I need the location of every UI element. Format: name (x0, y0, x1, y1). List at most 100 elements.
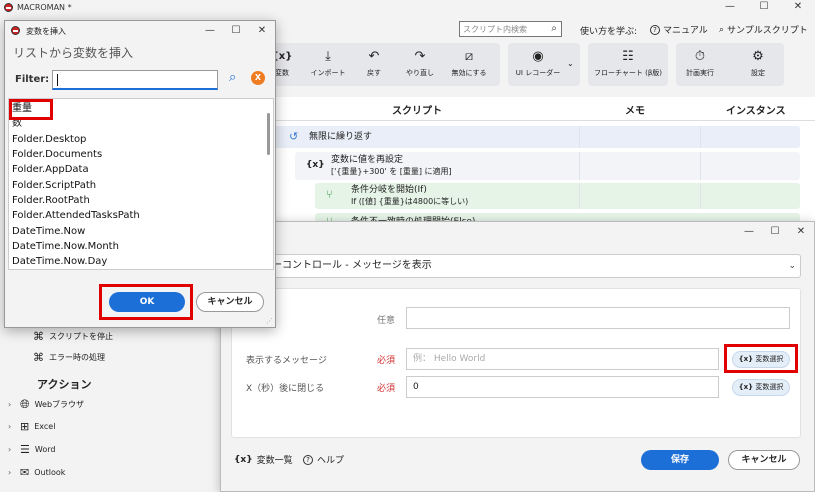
edit-action-dialog: 加 — ☐ ✕ ーコントロール - メッセージを表示 ⌄ 任意 表示するメッセー… (220, 221, 815, 492)
app-logo-icon (4, 3, 13, 12)
timer-icon: ⏱ (694, 49, 706, 64)
redo-label: やり直し (406, 69, 434, 77)
redo-button[interactable]: ↷ やり直し (403, 43, 437, 86)
close-after-variable-select-button[interactable]: {x} 変数選択 (732, 379, 790, 396)
close-after-value: 0 (413, 382, 419, 392)
divider (579, 183, 580, 209)
sidebar-item-web-browser[interactable]: › 🌐︎ Webブラウザ (8, 397, 84, 412)
sidebar-item-word[interactable]: › ☰ Word (8, 443, 55, 456)
maximize-button[interactable]: ☐ (762, 222, 788, 242)
script-area: ↺ 無限に繰り返す {x} 変数に値を再設定 ['{重量}+300' を [重量… (270, 121, 815, 227)
variable-list-item[interactable]: Folder.AppData (12, 162, 89, 177)
message-input[interactable]: 例： Hello World (406, 348, 719, 370)
action-parameters-panel: 任意 表示するメッセージ 必須 例： Hello World {x} 変数選択 … (231, 288, 801, 438)
settings-button[interactable]: ⚙ 設定 (740, 43, 776, 86)
sidebar-item-excel[interactable]: › ⊞ Excel (8, 420, 55, 433)
minimize-button[interactable]: — (197, 21, 223, 41)
close-button[interactable]: ✕ (788, 222, 814, 242)
import-button[interactable]: ⤓ インポート (306, 43, 350, 86)
scheduled-run-button[interactable]: ⏱ 計画実行 (680, 43, 720, 86)
help-label: ヘルプ (317, 456, 345, 466)
chevron-right-icon[interactable]: › (8, 400, 15, 409)
script-row-text: 変数に値を再設定 (331, 155, 404, 165)
outlook-icon: ✉ (20, 466, 30, 479)
search-icon[interactable]: ⌕ (551, 23, 557, 34)
optional-label: 任意 (377, 316, 396, 326)
disable-button[interactable]: ⧄ 無効にする (448, 43, 490, 86)
sidebar: ⌘ スクリプトを停止 ⌘ エラー時の処理 アクション › 🌐︎ Webブラウザ … (0, 330, 220, 492)
minimize-button[interactable]: — (736, 222, 762, 242)
close-after-required-label: 必須 (377, 384, 396, 394)
action-type-value: ーコントロール - メッセージを表示 (272, 260, 432, 271)
script-search-input[interactable]: スクリプト内検索 ⌕ (459, 21, 562, 37)
search-icon[interactable]: ⌕ (229, 70, 236, 85)
variable-list-item[interactable]: Folder.Documents (12, 147, 102, 162)
variable-list-item[interactable]: Folder.ScriptPath (12, 178, 96, 193)
chevron-down-icon[interactable]: ⌄ (788, 255, 796, 277)
cancel-button[interactable]: キャンセル (196, 292, 264, 312)
scheduled-run-label: 計画実行 (686, 69, 714, 77)
minimize-button[interactable]: — (713, 0, 747, 15)
cancel-button[interactable]: キャンセル (728, 450, 800, 470)
close-button[interactable]: ✕ (781, 0, 815, 15)
chevron-down-icon[interactable]: ⌄ (567, 59, 574, 68)
variable-list-item[interactable]: DateTime.Now.Day (12, 254, 107, 269)
actions-heading: アクション (37, 378, 92, 391)
close-button[interactable]: ✕ (249, 21, 275, 41)
script-table-header: スクリプト メモ インスタンス (270, 97, 815, 121)
flowchart-button[interactable]: ☷ フローチャート (β版) (588, 43, 668, 86)
toolbar: {x} 変数 ⤓ インポート ↶ 戻す ↷ やり直し ⧄ 無効にする ◉ UI … (270, 43, 815, 88)
sidebar-item-label: スクリプトを停止 (49, 332, 113, 341)
sidebar-item-label: Word (34, 445, 56, 454)
script-row-if[interactable]: ⑂ 条件分岐を開始(If) If ([値] {重量}は4800に等しい) (315, 183, 800, 209)
samples-icon: ⌕ (719, 24, 725, 35)
help-link[interactable]: ? ヘルプ (303, 453, 344, 466)
insert-variable-window-controls: — ☐ ✕ (197, 21, 275, 41)
sidebar-item-label: Webブラウザ (34, 400, 85, 409)
ui-recorder-label: UI レコーダー (515, 69, 561, 77)
chevron-right-icon[interactable]: › (8, 468, 15, 477)
divider (579, 126, 580, 148)
chevron-right-icon[interactable]: › (8, 422, 15, 431)
variable-list-item[interactable]: DateTime.Now.Month (12, 239, 119, 254)
optional-field[interactable] (406, 307, 790, 329)
clear-filter-button[interactable]: X (251, 71, 265, 85)
save-button[interactable]: 保存 (641, 450, 719, 470)
filter-label: Filter: (15, 74, 50, 85)
samples-link-label: サンプルスクリプト (727, 26, 808, 36)
variable-list-item[interactable]: Folder.Desktop (12, 132, 86, 147)
filter-input[interactable] (52, 70, 218, 90)
message-label: 表示するメッセージ (246, 356, 327, 366)
insert-variable-titlebar: 変数を挿入 — ☐ ✕ (5, 21, 275, 41)
action-type-select[interactable]: ーコントロール - メッセージを表示 ⌄ (231, 254, 801, 278)
variable-list[interactable]: 重量 数 Folder.Desktop Folder.Documents Fol… (8, 98, 274, 270)
variable-list-link[interactable]: {x} 変数一覧 (234, 453, 293, 467)
script-row-set-variable[interactable]: {x} 変数に値を再設定 ['{重量}+300' を [重量] に適用] (295, 152, 800, 180)
script-row-text: 条件分岐を開始(If) (351, 185, 427, 195)
variable-list-item[interactable]: DateTime.Now (12, 224, 85, 239)
sidebar-item-outlook[interactable]: › ✉ Outlook (8, 466, 65, 479)
manual-link[interactable]: ? マニュアル (650, 23, 708, 36)
variable-icon: {x} (234, 454, 253, 465)
sidebar-item-label: エラー時の処理 (49, 353, 105, 362)
list-scrollbar[interactable] (267, 113, 270, 155)
ui-recorder-button[interactable]: ◉ UI レコーダー (512, 43, 564, 86)
disable-icon: ⧄ (464, 49, 474, 64)
variable-list-item[interactable]: Folder.AttendedTasksPath (12, 208, 140, 223)
maximize-button[interactable]: ☐ (223, 21, 249, 41)
manual-link-label: マニュアル (663, 26, 708, 36)
highlight-box (99, 284, 193, 320)
resize-grip-icon[interactable]: ⋰ (266, 317, 273, 325)
variable-icon: {x} (306, 160, 325, 170)
help-icon: ? (303, 454, 313, 465)
script-row-loop[interactable]: ↺ 無限に繰り返す (275, 126, 800, 148)
variable-list-item[interactable]: Folder.RootPath (12, 193, 90, 208)
maximize-button[interactable]: ☐ (747, 0, 781, 15)
close-after-input[interactable]: 0 (406, 376, 719, 398)
sidebar-item-error-handling[interactable]: ⌘ エラー時の処理 (33, 351, 105, 364)
sidebar-item-stop-script[interactable]: ⌘ スクリプトを停止 (33, 330, 113, 343)
chevron-right-icon[interactable]: › (8, 445, 15, 454)
samples-link[interactable]: ⌕ サンプルスクリプト (719, 23, 808, 37)
undo-button[interactable]: ↶ 戻す (362, 43, 386, 86)
script-row-sub: If ([値] {重量}は4800に等しい) (351, 197, 469, 206)
